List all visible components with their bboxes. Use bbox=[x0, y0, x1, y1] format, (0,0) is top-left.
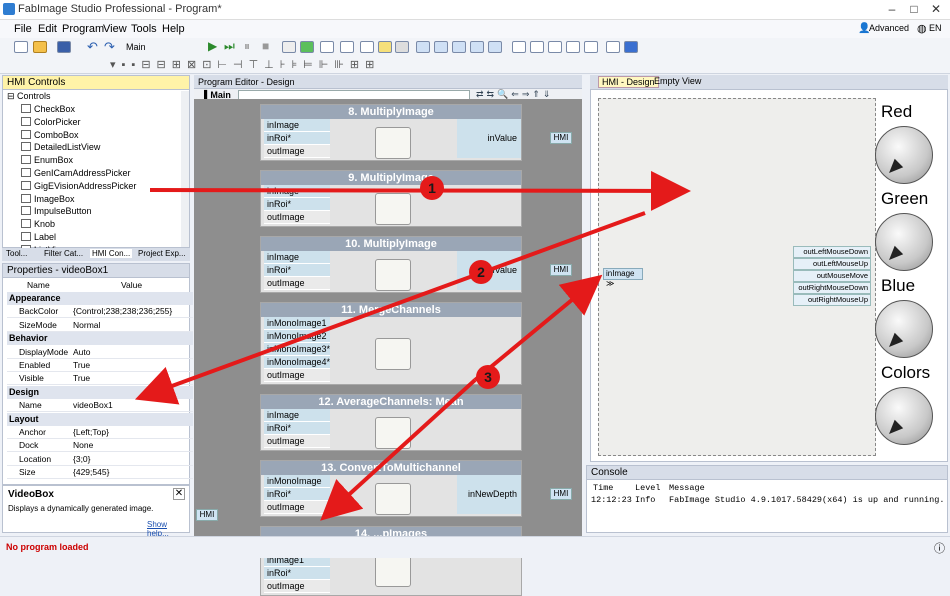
arrow-3a bbox=[473, 274, 603, 382]
arrow-2 bbox=[134, 211, 646, 405]
badge-1-label: 1 bbox=[428, 180, 436, 196]
arrow-1 bbox=[149, 170, 691, 211]
badge-3-label: 3 bbox=[484, 369, 492, 385]
node-port[interactable]: inRoi* bbox=[264, 567, 330, 580]
annotation-overlay: 1 2 3 bbox=[134, 170, 691, 521]
arrow-3b bbox=[320, 378, 477, 521]
node-port[interactable]: outImage bbox=[264, 580, 330, 593]
filter-thumbnail-icon bbox=[375, 555, 411, 587]
badge-2-label: 2 bbox=[477, 264, 485, 280]
